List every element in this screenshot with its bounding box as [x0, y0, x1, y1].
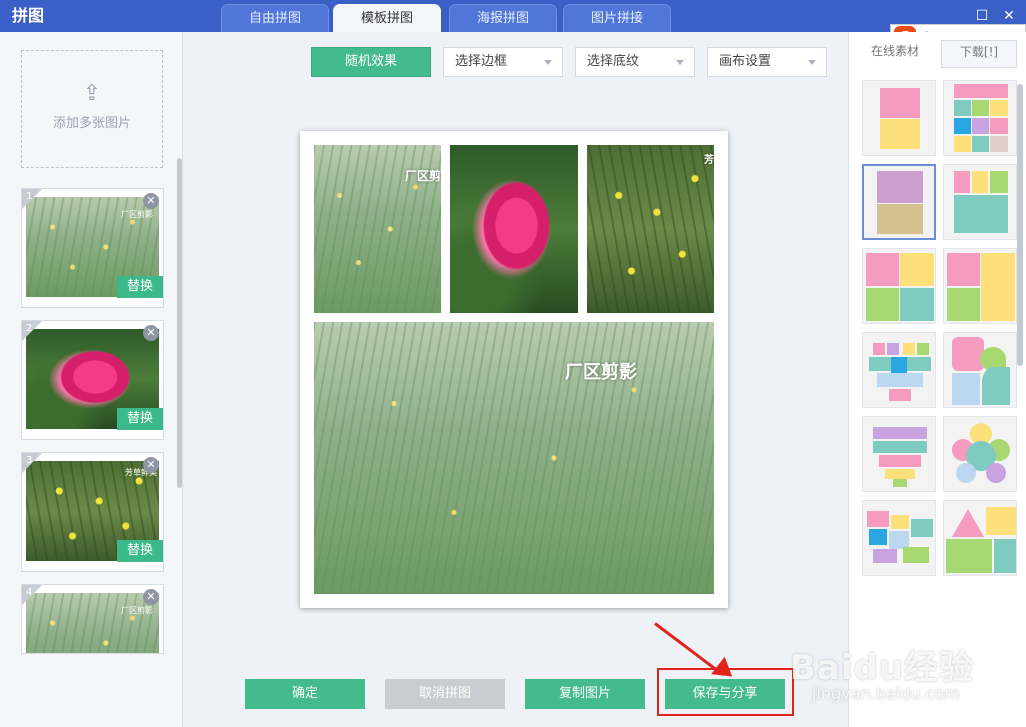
cell-watermark: 厂区剪: [404, 169, 441, 183]
collage-cell-1[interactable]: 厂区剪: [314, 145, 441, 313]
canvas-settings-dropdown[interactable]: 画布设置: [707, 47, 827, 77]
template-item[interactable]: [943, 164, 1017, 240]
select-texture-label: 选择底纹: [587, 54, 640, 69]
template-item[interactable]: [862, 332, 936, 408]
cell-watermark: 厂区剪影: [565, 362, 637, 383]
thumbnail-4[interactable]: 厂区剪影 4 ✕: [21, 584, 164, 654]
tab-downloaded[interactable]: 下载[!]: [941, 40, 1017, 68]
copy-image-button[interactable]: 复制图片: [525, 679, 645, 709]
remove-icon[interactable]: ✕: [143, 589, 159, 605]
chevron-down-icon: [676, 60, 684, 65]
thumbnail-watermark: 厂区剪影: [121, 210, 153, 219]
template-item[interactable]: [943, 80, 1017, 156]
collage-cell-3[interactable]: 芳: [587, 145, 714, 313]
replace-button[interactable]: 替换: [117, 276, 163, 298]
replace-button[interactable]: 替换: [117, 540, 163, 562]
template-item[interactable]: [943, 332, 1017, 408]
template-item[interactable]: [862, 500, 936, 576]
template-panel: 在线素材 下载[!]: [848, 32, 1026, 727]
title-bar: 拼图 自由拼图 模板拼图 海报拼图 图片拼接 ☐ ✕: [0, 0, 1026, 32]
add-images-button[interactable]: ⇪ 添加多张图片: [21, 50, 163, 168]
remove-icon[interactable]: ✕: [143, 325, 159, 341]
confirm-button[interactable]: 确定: [245, 679, 365, 709]
thumbnail-2[interactable]: 2 ✕ 替换: [21, 320, 164, 440]
template-item[interactable]: [862, 80, 936, 156]
thumbnail-number: 2: [26, 323, 33, 334]
canvas-settings-label: 画布设置: [719, 54, 772, 69]
remove-icon[interactable]: ✕: [143, 457, 159, 473]
baidu-watermark: Baidu经验: [790, 648, 975, 688]
tab-poster-collage[interactable]: 海报拼图: [449, 4, 557, 32]
maximize-icon[interactable]: ☐: [972, 6, 992, 26]
collage-cell-2[interactable]: [450, 145, 578, 313]
tab-free-collage[interactable]: 自由拼图: [221, 4, 329, 32]
replace-button[interactable]: 替换: [117, 408, 163, 430]
remove-icon[interactable]: ✕: [143, 193, 159, 209]
select-border-label: 选择边框: [455, 54, 508, 69]
select-border-dropdown[interactable]: 选择边框: [443, 47, 563, 77]
cancel-collage-button[interactable]: 取消拼图: [385, 679, 505, 709]
template-item[interactable]: [943, 416, 1017, 492]
template-item[interactable]: [862, 416, 936, 492]
thumbnail-number: 1: [26, 191, 33, 202]
chevron-down-icon: [808, 60, 816, 65]
random-effect-button[interactable]: 随机效果: [311, 47, 431, 77]
template-item[interactable]: [862, 248, 936, 324]
template-item[interactable]: [943, 500, 1017, 576]
close-icon[interactable]: ✕: [999, 6, 1019, 26]
left-scrollbar[interactable]: [177, 158, 182, 488]
collage-canvas[interactable]: 厂区剪 芳 厂区剪影: [300, 131, 728, 608]
thumbnail-image: [26, 593, 159, 653]
chevron-down-icon: [544, 60, 552, 65]
template-item[interactable]: [943, 248, 1017, 324]
image-list-panel: ⇪ 添加多张图片 厂区剪影 1 ✕ 替换 2 ✕ 替换 芳草鲜美 3 ✕ 替换 …: [0, 32, 183, 727]
thumbnail-number: 4: [26, 587, 33, 598]
app-title: 拼图: [12, 6, 45, 25]
tab-online-materials[interactable]: 在线素材: [869, 40, 921, 66]
select-texture-dropdown[interactable]: 选择底纹: [575, 47, 695, 77]
cell-watermark: 芳: [704, 155, 714, 166]
baidu-watermark-url: jingyan.baidu.com: [812, 684, 960, 703]
thumbnail-watermark: 厂区剪影: [121, 606, 153, 615]
tab-image-stitch[interactable]: 图片拼接: [563, 4, 671, 32]
thumbnail-number: 3: [26, 455, 33, 466]
add-images-label: 添加多张图片: [52, 116, 131, 131]
right-scrollbar[interactable]: [1017, 84, 1023, 366]
tab-template-collage[interactable]: 模板拼图: [333, 4, 441, 32]
template-item-selected[interactable]: [862, 164, 936, 240]
upload-icon: ⇪: [82, 81, 102, 106]
thumbnail-3[interactable]: 芳草鲜美 3 ✕ 替换: [21, 452, 164, 572]
thumbnail-1[interactable]: 厂区剪影 1 ✕ 替换: [21, 188, 164, 308]
collage-cell-4[interactable]: 厂区剪影: [314, 322, 714, 594]
